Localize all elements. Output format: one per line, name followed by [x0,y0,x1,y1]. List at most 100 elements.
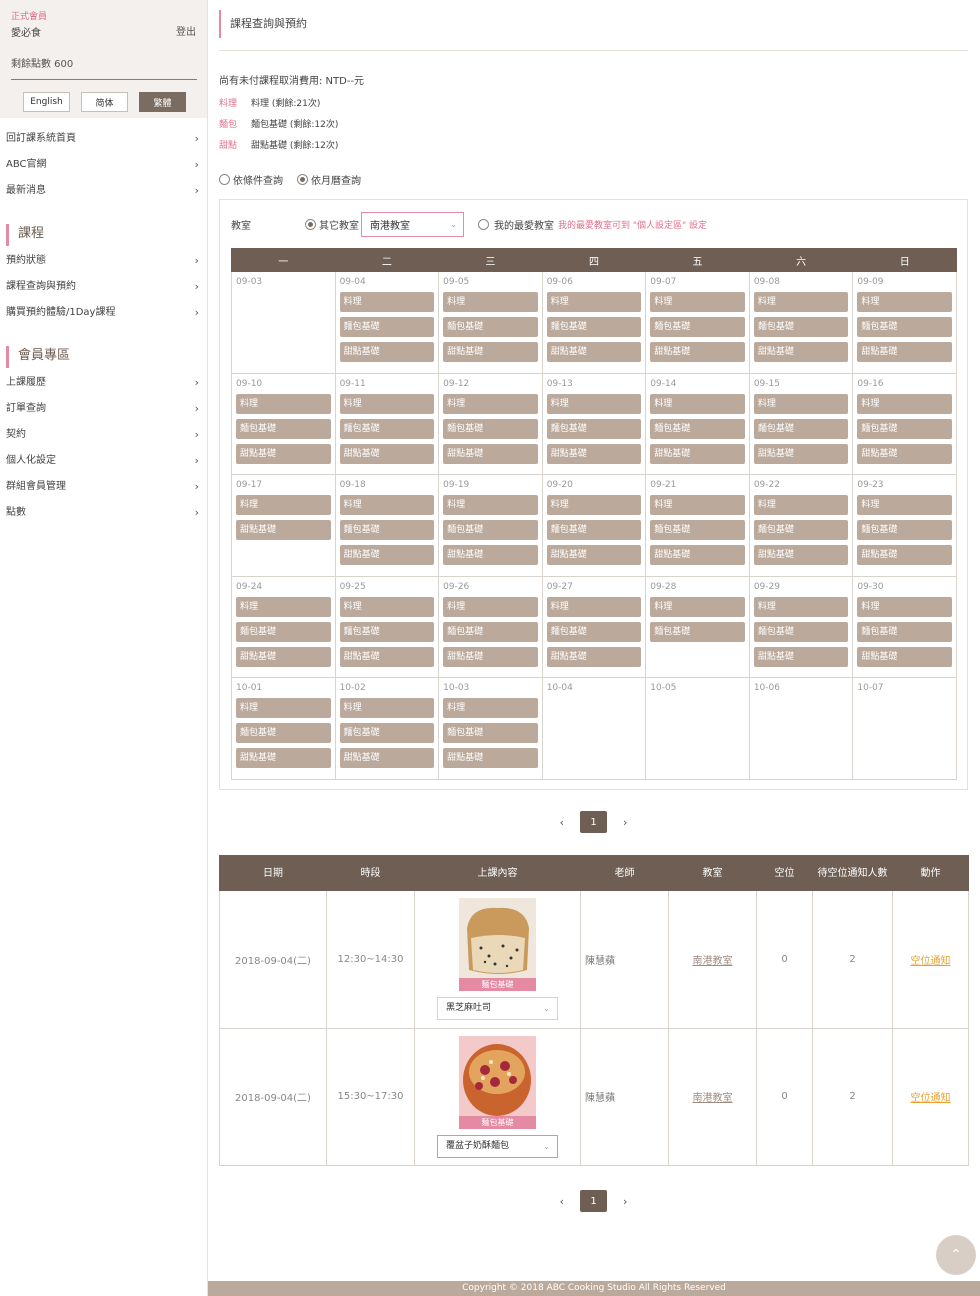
current-page-button[interactable]: 1 [580,1190,607,1212]
class-chip[interactable]: 甜點基礎 [650,342,745,362]
class-chip[interactable]: 麵包基礎 [650,621,745,642]
nav-abc-official[interactable]: ABC官網 › [0,152,207,178]
class-chip[interactable]: 麵包基礎 [443,723,538,743]
prev-page-icon[interactable]: ‹ [560,1195,564,1208]
nav-group-members[interactable]: 群組會員管理 › [0,474,207,500]
lang-english-button[interactable]: English [23,92,70,112]
class-chip[interactable]: 料理 [443,292,538,312]
class-chip[interactable]: 甜點基礎 [339,646,435,667]
nav-orders[interactable]: 訂單查詢 › [0,396,207,422]
nav-points[interactable]: 點數 › [0,500,207,526]
class-chip[interactable]: 甜點基礎 [753,443,849,464]
class-chip[interactable]: 料理 [236,698,331,718]
class-chip[interactable]: 麵包基礎 [236,418,331,439]
nav-booking-status[interactable]: 預約狀態 › [0,248,207,274]
next-page-icon[interactable]: › [623,1195,627,1208]
class-chip[interactable]: 料理 [857,495,952,515]
class-chip[interactable]: 甜點基礎 [339,443,435,464]
class-chip[interactable]: 麵包基礎 [753,520,849,540]
class-chip[interactable]: 料理 [339,495,435,515]
class-chip[interactable]: 麵包基礎 [546,621,642,642]
class-chip[interactable]: 麵包基礎 [546,520,642,540]
class-chip[interactable]: 麵包基礎 [443,418,538,439]
vacancy-notify-link[interactable]: 空位通知 [911,1093,951,1104]
query-by-calendar-radio[interactable]: 依月曆查詢 [297,172,361,187]
classroom-link[interactable]: 南港教室 [693,956,733,967]
class-chip[interactable]: 料理 [339,393,435,414]
class-chip[interactable]: 麵包基礎 [443,520,538,540]
recipe-select[interactable]: 覆盆子奶酥麵包 ⌄ [437,1134,558,1158]
nav-class-history[interactable]: 上課履歷 › [0,370,207,396]
class-chip[interactable]: 麵包基礎 [339,723,435,743]
nav-booking-home[interactable]: 回訂課系統首頁 › [0,126,207,152]
class-chip[interactable]: 甜點基礎 [443,443,538,464]
class-chip[interactable]: 麵包基礎 [236,621,331,642]
class-chip[interactable]: 甜點基礎 [546,646,642,667]
class-chip[interactable]: 料理 [339,292,435,312]
chevron-up-icon[interactable]: ⌃ [936,1235,976,1275]
class-chip[interactable]: 甜點基礎 [339,545,435,565]
class-chip[interactable]: 麵包基礎 [443,621,538,642]
class-chip[interactable]: 甜點基礎 [857,443,952,464]
class-chip[interactable]: 麵包基礎 [339,317,435,337]
logout-link[interactable]: 登出 [176,23,196,38]
vacancy-notify-link[interactable]: 空位通知 [911,956,951,967]
class-chip[interactable]: 甜點基礎 [546,342,642,362]
class-chip[interactable]: 甜點基礎 [650,545,745,565]
class-chip[interactable]: 料理 [857,393,952,414]
class-chip[interactable]: 料理 [236,495,331,515]
class-chip[interactable]: 甜點基礎 [546,443,642,464]
classroom-link[interactable]: 南港教室 [693,1093,733,1104]
class-chip[interactable]: 甜點基礎 [443,342,538,362]
class-chip[interactable]: 甜點基礎 [753,545,849,565]
class-chip[interactable]: 料理 [650,393,745,414]
class-chip[interactable]: 料理 [443,596,538,617]
class-chip[interactable]: 甜點基礎 [443,748,538,768]
class-chip[interactable]: 料理 [546,393,642,414]
class-chip[interactable]: 料理 [443,393,538,414]
class-chip[interactable]: 麵包基礎 [857,418,952,439]
class-chip[interactable]: 甜點基礎 [339,748,435,768]
class-chip[interactable]: 甜點基礎 [857,646,952,667]
class-chip[interactable]: 料理 [753,596,849,617]
class-chip[interactable]: 麵包基礎 [857,520,952,540]
class-chip[interactable]: 麵包基礎 [857,317,952,337]
class-chip[interactable]: 料理 [753,393,849,414]
class-chip[interactable]: 麵包基礎 [753,317,849,337]
next-page-icon[interactable]: › [623,816,627,829]
nav-contract[interactable]: 契約 › [0,422,207,448]
other-classroom-radio[interactable]: 其它教室 [305,217,359,232]
class-chip[interactable]: 料理 [650,495,745,515]
class-chip[interactable]: 麵包基礎 [753,621,849,642]
class-chip[interactable]: 料理 [753,495,849,515]
prev-page-icon[interactable]: ‹ [560,816,564,829]
lang-simplified-button[interactable]: 简体 [81,92,128,112]
favorite-classroom-radio[interactable]: 我的最愛教室 [478,217,554,232]
nav-course-search[interactable]: 課程查詢與預約 › [0,274,207,300]
class-chip[interactable]: 甜點基礎 [546,545,642,565]
class-chip[interactable]: 麵包基礎 [236,723,331,743]
class-chip[interactable]: 甜點基礎 [443,646,538,667]
recipe-select[interactable]: 黑芝麻吐司 ⌄ [437,997,558,1021]
class-chip[interactable]: 麵包基礎 [753,418,849,439]
class-chip[interactable]: 甜點基礎 [753,342,849,362]
class-chip[interactable]: 麵包基礎 [443,317,538,337]
class-chip[interactable]: 甜點基礎 [236,646,331,667]
nav-news[interactable]: 最新消息 › [0,178,207,204]
class-chip[interactable]: 甜點基礎 [857,342,952,362]
class-chip[interactable]: 料理 [443,698,538,718]
class-chip[interactable]: 甜點基礎 [236,443,331,464]
nav-trial-booking[interactable]: 購買預約體驗/1Day課程 › [0,300,207,326]
nav-personal-settings[interactable]: 個人化設定 › [0,448,207,474]
class-chip[interactable]: 甜點基礎 [857,545,952,565]
class-chip[interactable]: 料理 [857,292,952,312]
class-chip[interactable]: 麵包基礎 [650,317,745,337]
current-page-button[interactable]: 1 [580,811,607,833]
class-chip[interactable]: 料理 [339,698,435,718]
class-chip[interactable]: 料理 [236,596,331,617]
class-chip[interactable]: 甜點基礎 [236,520,331,540]
class-chip[interactable]: 麵包基礎 [339,418,435,439]
class-chip[interactable]: 麵包基礎 [857,621,952,642]
class-chip[interactable]: 麵包基礎 [546,418,642,439]
class-chip[interactable]: 甜點基礎 [339,342,435,362]
